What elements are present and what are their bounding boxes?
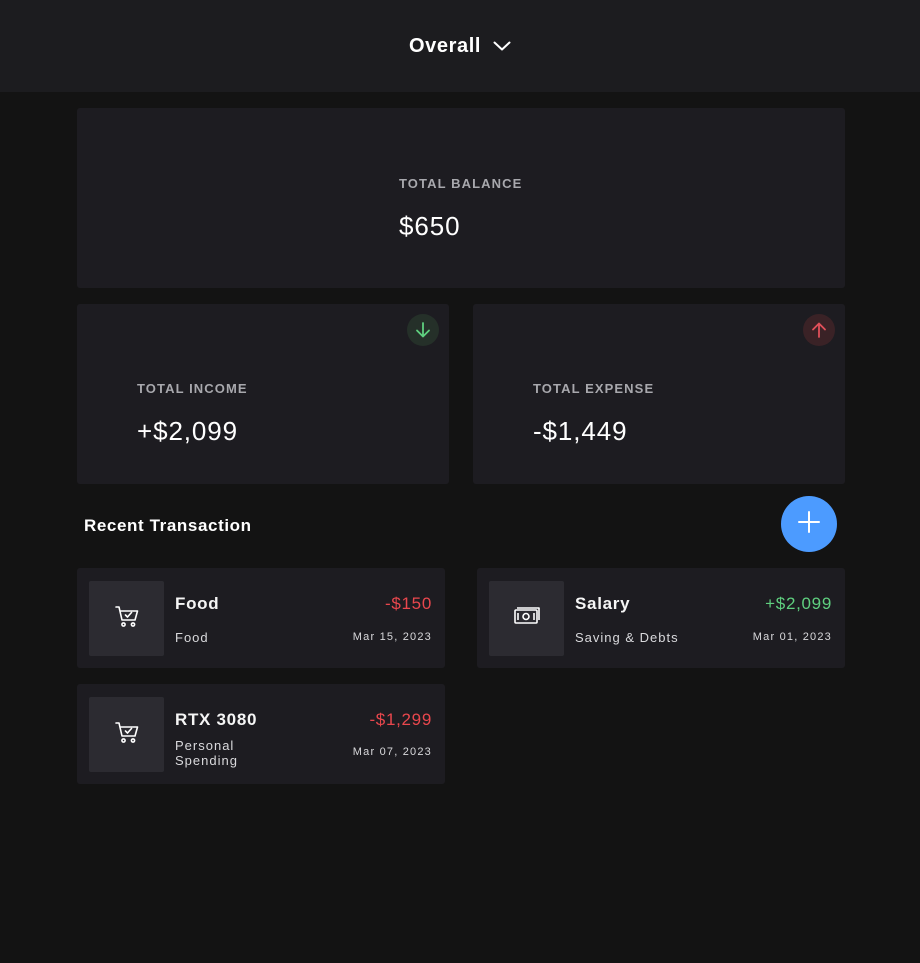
arrow-up-icon [803, 314, 835, 346]
total-expense-amount: -$1,449 [533, 416, 628, 446]
transaction-name: RTX 3080 [175, 710, 258, 729]
total-balance-label: TOTAL BALANCE [399, 176, 523, 191]
transaction-amount: -$1,299 [369, 710, 432, 729]
transaction-category: Saving & Debts [575, 630, 679, 645]
shopping-cart-icon [114, 719, 140, 750]
total-balance-card: TOTAL BALANCE $650 [77, 108, 845, 288]
period-label: Overall [408, 34, 482, 57]
transaction-icon-box [89, 581, 164, 656]
add-transaction-button[interactable] [781, 496, 837, 552]
total-expense-card: TOTAL EXPENSE -$1,449 [473, 304, 845, 484]
transaction-name: Food [175, 594, 220, 613]
transaction-card[interactable]: Food Food -$150 Mar 15, 2023 [77, 568, 445, 668]
top-bar: Overall [0, 0, 920, 92]
period-selector[interactable]: Overall [409, 35, 511, 58]
chevron-down-icon [493, 40, 511, 52]
transaction-date: Mar 07, 2023 [352, 746, 432, 758]
shopping-cart-icon [114, 603, 140, 634]
total-income-label: TOTAL INCOME [137, 381, 248, 396]
transaction-icon-box [489, 581, 564, 656]
plus-icon [798, 510, 820, 538]
transaction-category: Food [175, 630, 209, 645]
total-income-amount: +$2,099 [137, 416, 239, 446]
transaction-icon-box [89, 697, 164, 772]
transaction-date: Mar 15, 2023 [352, 631, 432, 643]
total-balance-amount: $650 [399, 211, 461, 241]
total-expense-label: TOTAL EXPENSE [533, 381, 655, 396]
transaction-card[interactable]: RTX 3080 Personal Spending -$1,299 Mar 0… [77, 684, 445, 784]
transaction-card[interactable]: Salary Saving & Debts +$2,099 Mar 01, 20… [477, 568, 845, 668]
transaction-name: Salary [575, 594, 631, 613]
arrow-down-icon [407, 314, 439, 346]
total-income-card: TOTAL INCOME +$2,099 [77, 304, 449, 484]
transaction-category: Personal Spending [175, 738, 238, 768]
money-bill-icon [513, 605, 541, 632]
recent-transaction-title: Recent Transaction [84, 516, 252, 535]
transaction-amount: -$150 [385, 594, 432, 613]
transaction-date: Mar 01, 2023 [752, 631, 832, 643]
transaction-amount: +$2,099 [765, 594, 832, 613]
